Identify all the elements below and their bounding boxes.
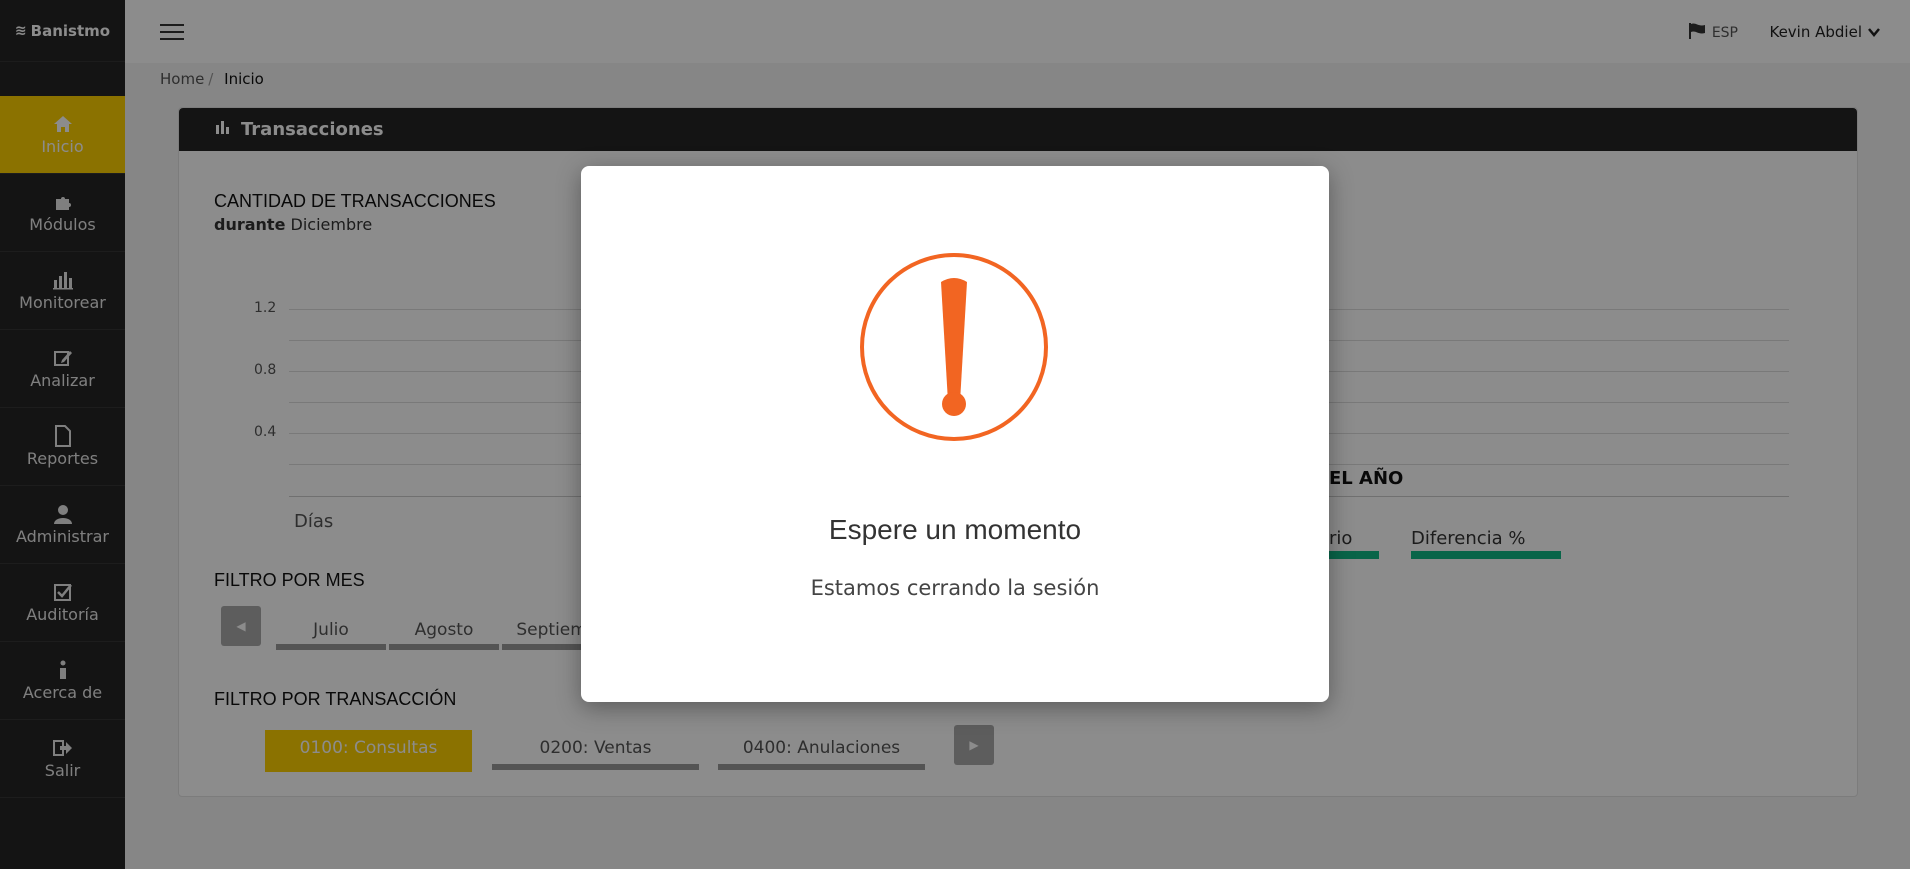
logout-modal: Espere un momento Estamos cerrando la se… [581, 166, 1329, 702]
modal-message: Estamos cerrando la sesión [810, 576, 1100, 600]
warning-exclamation-icon [860, 253, 1048, 441]
modal-title: Espere un momento [828, 514, 1082, 545]
